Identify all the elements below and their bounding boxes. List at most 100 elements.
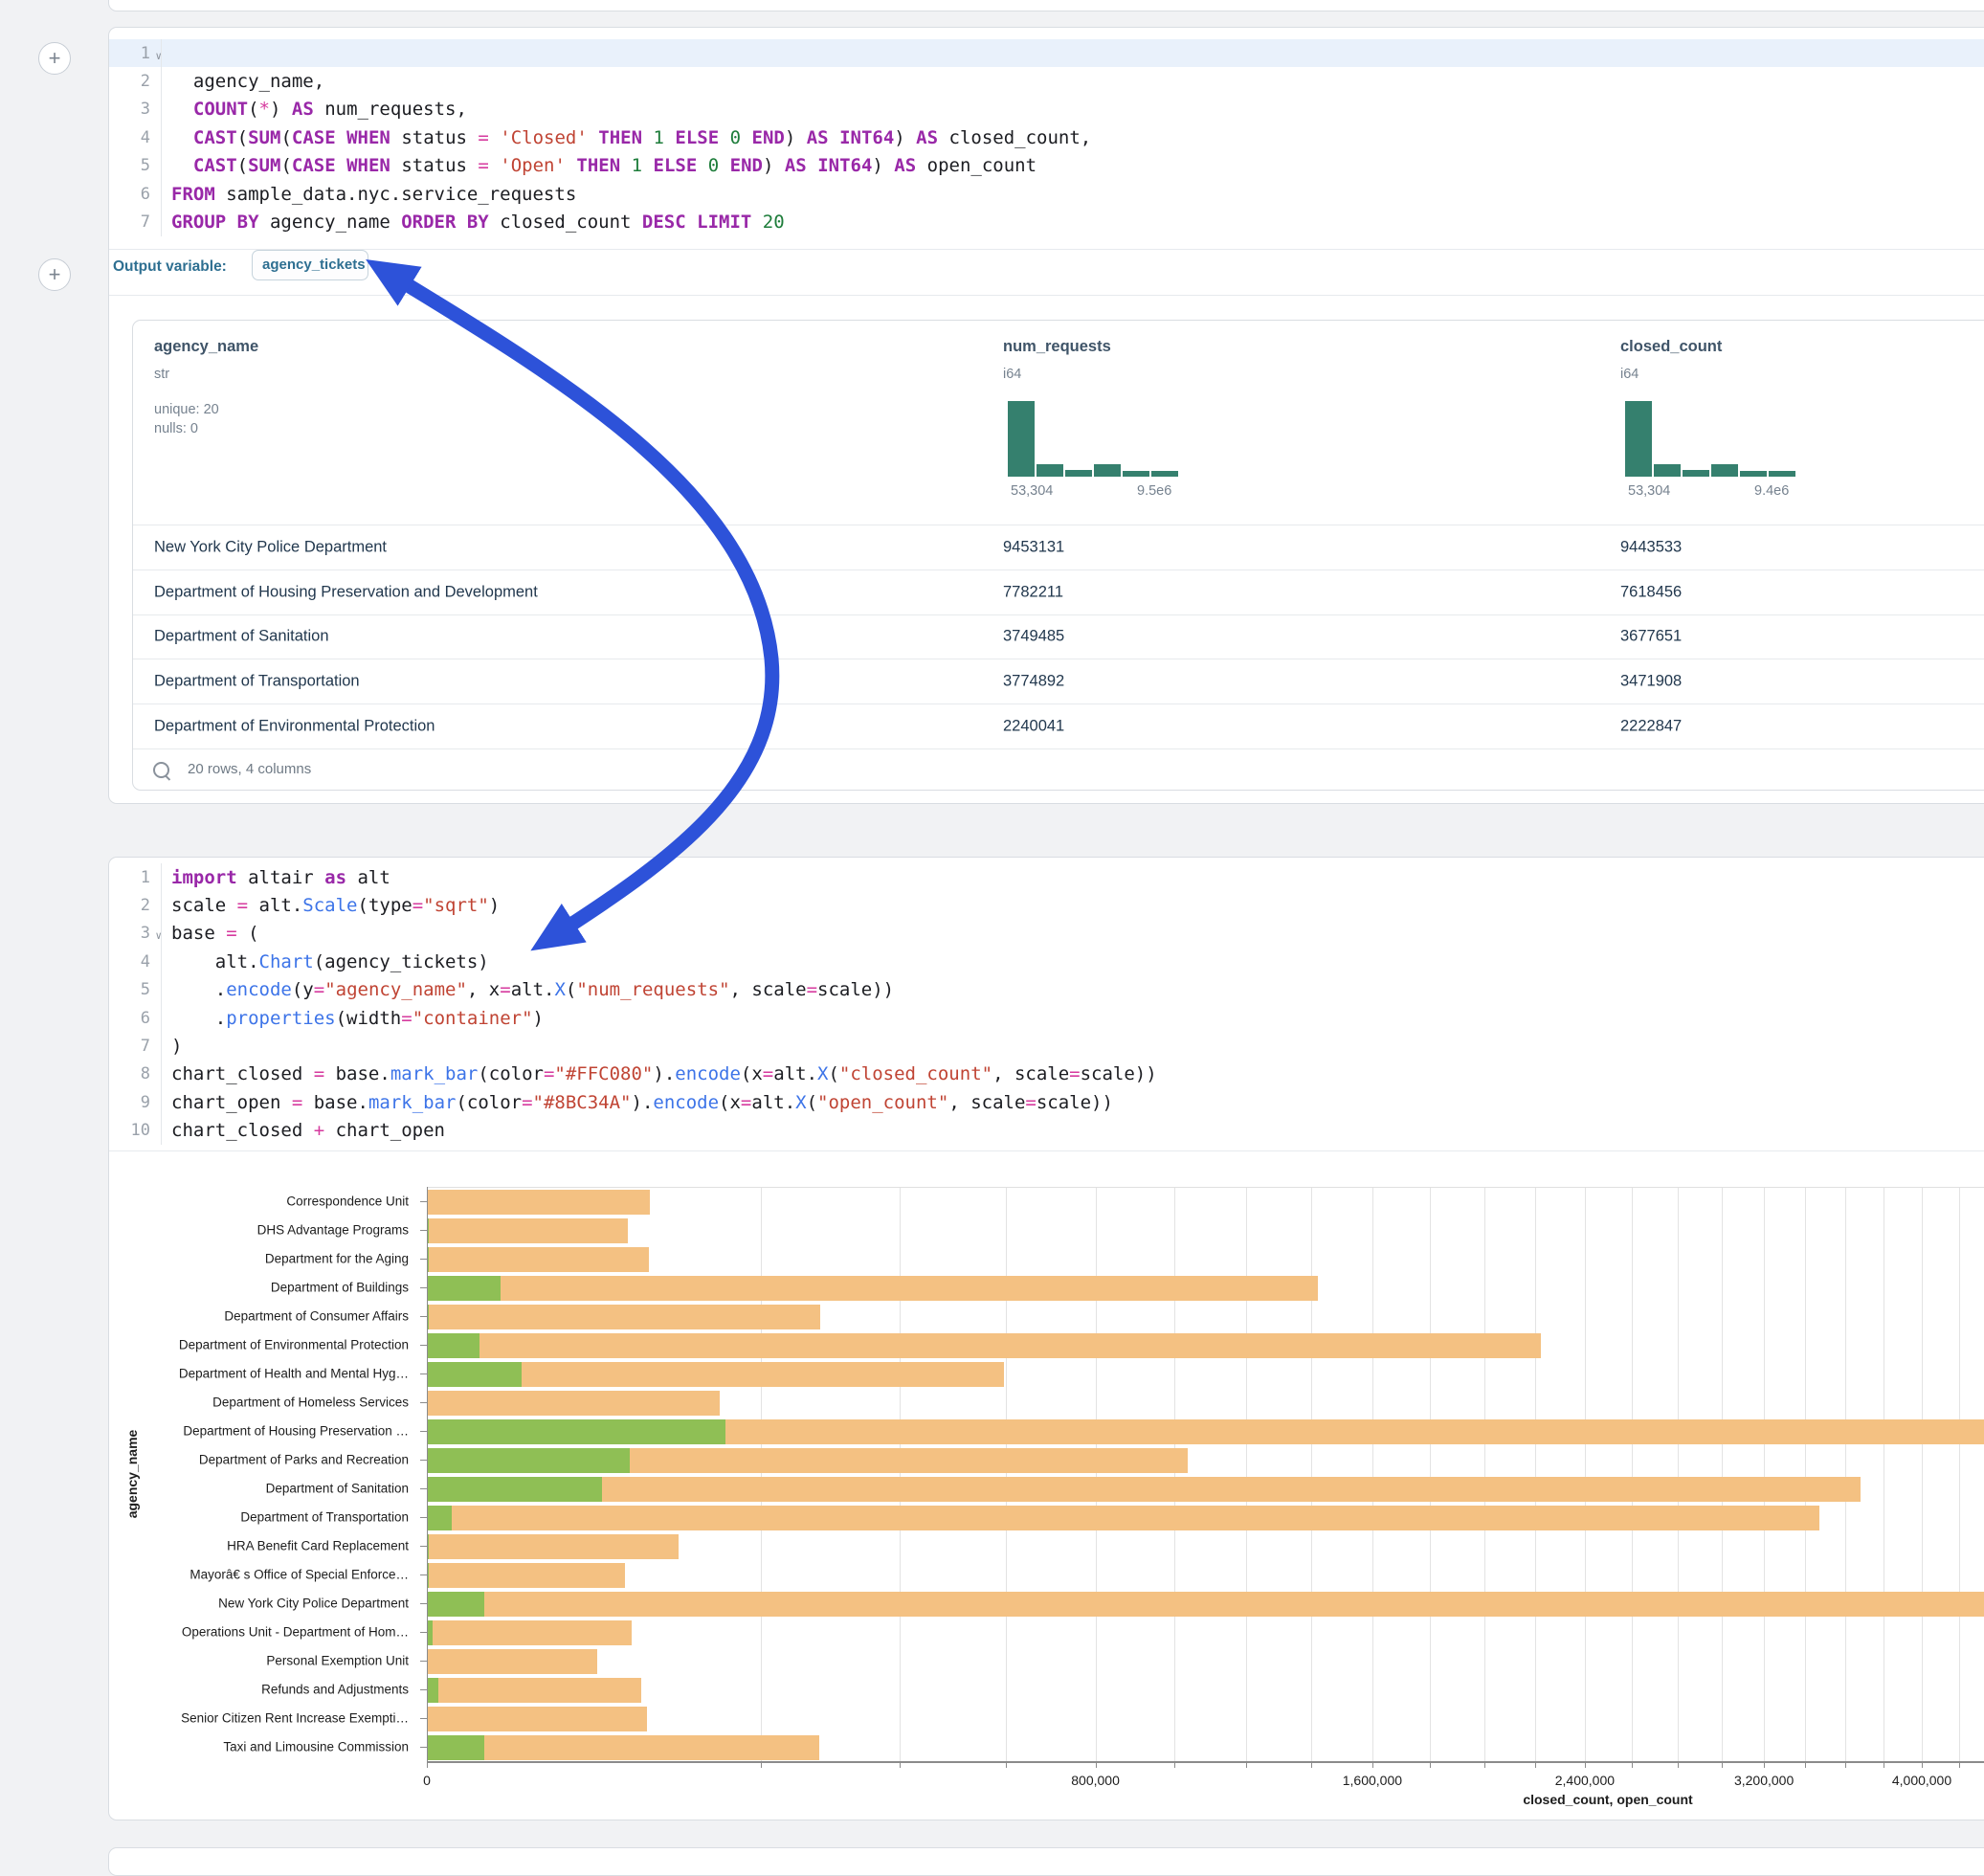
code-line[interactable]: 7GROUP BY agency_name ORDER BY closed_co… bbox=[109, 208, 1984, 235]
cell-num-requests: 7782211 bbox=[1003, 583, 1063, 601]
line-number: 4 bbox=[109, 952, 161, 972]
column-header[interactable]: closed_count bbox=[1620, 338, 1722, 356]
x-axis-tick bbox=[1585, 1762, 1586, 1768]
divider bbox=[109, 1150, 1984, 1151]
histogram-min-label: 53,304 bbox=[1628, 483, 1670, 499]
y-axis-label: Department for the Aging bbox=[265, 1252, 409, 1266]
result-table-card: agency_namestrunique: 20nulls: 0num_requ… bbox=[132, 320, 1984, 791]
x-axis-tick-label: 4,000,000 bbox=[1892, 1773, 1951, 1788]
y-axis-label: New York City Police Department bbox=[218, 1597, 409, 1611]
x-axis-tick bbox=[1722, 1762, 1723, 1768]
closed-count-bar bbox=[427, 1678, 641, 1703]
table-row[interactable]: Department of Sanitation37494853677651 bbox=[133, 614, 1984, 659]
y-axis-tick bbox=[420, 1230, 427, 1231]
table-footer: 20 rows, 4 columns bbox=[188, 761, 311, 777]
line-number: 6 bbox=[109, 1009, 161, 1028]
code-text: import altair as alt bbox=[161, 867, 390, 888]
gridline bbox=[1922, 1188, 1923, 1762]
code-line[interactable]: 1import altair as alt bbox=[109, 863, 1984, 891]
x-axis-tick bbox=[761, 1762, 762, 1768]
code-line[interactable]: 2 agency_name, bbox=[109, 67, 1984, 95]
y-axis-label: Taxi and Limousine Commission bbox=[223, 1740, 409, 1754]
code-line[interactable]: 3∨base = ( bbox=[109, 920, 1984, 948]
gridline bbox=[1246, 1188, 1247, 1762]
y-axis-label: Personal Exemption Unit bbox=[266, 1654, 409, 1668]
cell-agency-name: Department of Housing Preservation and D… bbox=[154, 583, 538, 601]
code-line[interactable]: 4 CAST(SUM(CASE WHEN status = 'Closed' T… bbox=[109, 123, 1984, 151]
code-line[interactable]: 1∨SELECT bbox=[109, 39, 1984, 67]
y-axis-tick bbox=[420, 1259, 427, 1260]
divider bbox=[109, 295, 1984, 296]
code-line[interactable]: 8chart_closed = base.mark_bar(color="#FF… bbox=[109, 1061, 1984, 1088]
line-number: 7 bbox=[109, 1037, 161, 1056]
y-axis-label: Refunds and Adjustments bbox=[261, 1683, 409, 1697]
y-axis-tick bbox=[420, 1747, 427, 1748]
gridline bbox=[1006, 1188, 1007, 1762]
x-axis-tick bbox=[1246, 1762, 1247, 1768]
next-cell-edge bbox=[108, 1847, 1984, 1876]
gridline bbox=[1722, 1188, 1723, 1762]
cell-agency-name: New York City Police Department bbox=[154, 538, 387, 556]
x-axis-tick bbox=[1805, 1762, 1806, 1768]
y-axis-tick bbox=[420, 1718, 427, 1719]
cell-num-requests: 3774892 bbox=[1003, 673, 1064, 691]
table-row[interactable]: Department of Transportation377489234719… bbox=[133, 659, 1984, 704]
search-icon[interactable] bbox=[153, 762, 169, 778]
code-text: CAST(SUM(CASE WHEN status = 'Closed' THE… bbox=[161, 127, 1091, 148]
line-number: 5 bbox=[109, 980, 161, 999]
y-axis-tick bbox=[420, 1345, 427, 1346]
add-cell-button[interactable]: + bbox=[38, 258, 71, 291]
column-type: i64 bbox=[1620, 367, 1638, 382]
python-code-editor[interactable]: 1import altair as alt2scale = alt.Scale(… bbox=[109, 863, 1984, 1145]
closed-count-bar bbox=[427, 1391, 720, 1416]
open-count-bar bbox=[427, 1506, 452, 1530]
closed-count-bar bbox=[427, 1276, 1318, 1301]
code-text: ) bbox=[161, 1036, 182, 1057]
code-line[interactable]: 2scale = alt.Scale(type="sqrt") bbox=[109, 891, 1984, 919]
closed-count-bar bbox=[427, 1649, 597, 1674]
code-line[interactable]: 5 .encode(y="agency_name", x=alt.X("num_… bbox=[109, 976, 1984, 1004]
output-variable-chip[interactable]: agency_tickets bbox=[252, 250, 368, 280]
y-axis-tick bbox=[420, 1603, 427, 1604]
line-number: 2 bbox=[109, 896, 161, 915]
table-row[interactable]: Department of Environmental Protection22… bbox=[133, 704, 1984, 748]
line-number: 4 bbox=[109, 128, 161, 147]
code-text: base = ( bbox=[161, 923, 259, 944]
code-text: scale = alt.Scale(type="sqrt") bbox=[161, 895, 500, 916]
sql-code-editor[interactable]: 1∨SELECT2 agency_name,3 COUNT(*) AS num_… bbox=[109, 39, 1984, 236]
line-number: 6 bbox=[109, 185, 161, 204]
gridline bbox=[1372, 1188, 1373, 1762]
code-line[interactable]: 4 alt.Chart(agency_tickets) bbox=[109, 948, 1984, 975]
open-count-bar bbox=[427, 1678, 438, 1703]
y-axis-label: Department of Parks and Recreation bbox=[199, 1453, 409, 1467]
y-axis-tick bbox=[420, 1402, 427, 1403]
closed-count-bar bbox=[427, 1477, 1861, 1502]
add-cell-button[interactable]: + bbox=[38, 42, 71, 75]
code-text: chart_closed + chart_open bbox=[161, 1120, 445, 1141]
y-axis-tick bbox=[420, 1287, 427, 1288]
code-line[interactable]: 5 CAST(SUM(CASE WHEN status = 'Open' THE… bbox=[109, 152, 1984, 180]
code-line[interactable]: 10chart_closed + chart_open bbox=[109, 1117, 1984, 1145]
line-number: 2 bbox=[109, 72, 161, 91]
column-header[interactable]: num_requests bbox=[1003, 338, 1111, 356]
gridline bbox=[1096, 1188, 1097, 1762]
y-axis-tick bbox=[420, 1546, 427, 1547]
code-text: COUNT(*) AS num_requests, bbox=[161, 99, 467, 120]
table-row[interactable]: Department of Housing Preservation and D… bbox=[133, 570, 1984, 614]
cell-agency-name: Department of Environmental Protection bbox=[154, 718, 435, 736]
code-line[interactable]: 6 .properties(width="container") bbox=[109, 1004, 1984, 1032]
table-row[interactable]: New York City Police Department945313194… bbox=[133, 525, 1984, 570]
x-axis-tick bbox=[1678, 1762, 1679, 1768]
code-line[interactable]: 3 COUNT(*) AS num_requests, bbox=[109, 96, 1984, 123]
y-axis-tick bbox=[420, 1488, 427, 1489]
gridline bbox=[1845, 1188, 1846, 1762]
y-axis-tick bbox=[420, 1460, 427, 1461]
code-line[interactable]: 7) bbox=[109, 1032, 1984, 1060]
column-histogram bbox=[1008, 401, 1180, 477]
code-line[interactable]: 9chart_open = base.mark_bar(color="#8BC3… bbox=[109, 1088, 1984, 1116]
code-line[interactable]: 6FROM sample_data.nyc.service_requests bbox=[109, 180, 1984, 208]
code-text: FROM sample_data.nyc.service_requests bbox=[161, 184, 576, 205]
y-axis-tick bbox=[420, 1431, 427, 1432]
gridline bbox=[1430, 1188, 1431, 1762]
column-header[interactable]: agency_name bbox=[154, 338, 258, 356]
